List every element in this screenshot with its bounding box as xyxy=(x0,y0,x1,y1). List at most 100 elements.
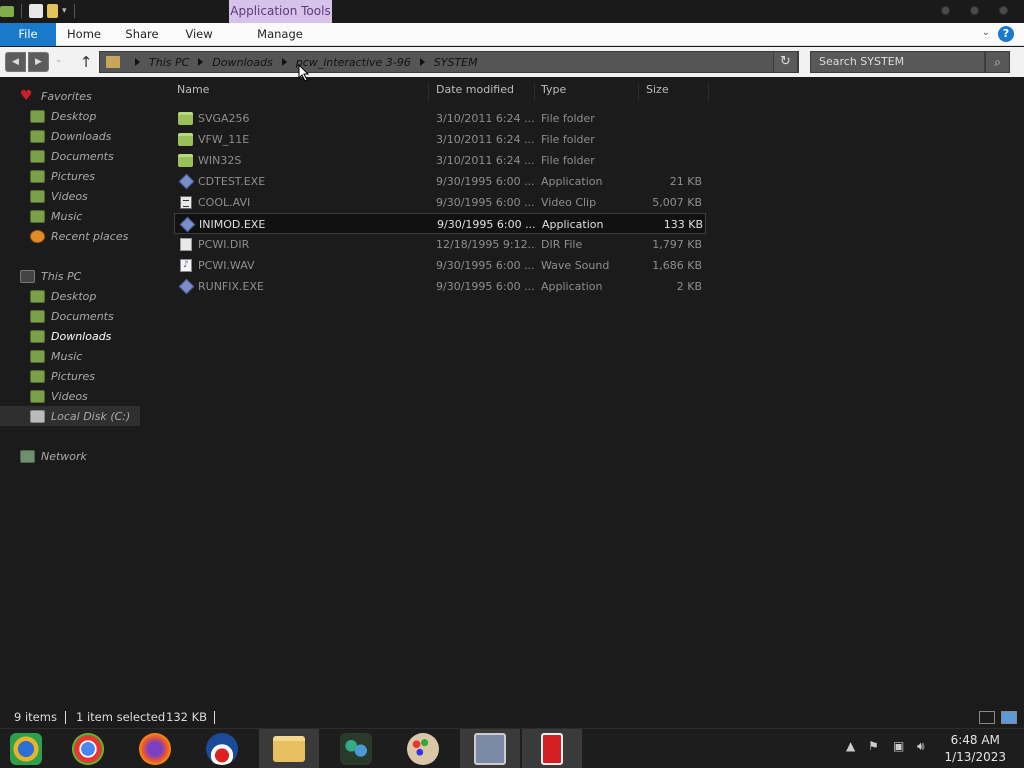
refresh-button[interactable]: ↻ xyxy=(773,51,798,73)
column-header-name[interactable]: Name xyxy=(177,83,209,99)
properties-icon[interactable] xyxy=(29,4,43,18)
nav-label: Local Disk (C:) xyxy=(51,409,131,423)
folder-icon xyxy=(178,154,193,167)
nav-label: Pictures xyxy=(51,169,96,183)
taskbar-file-explorer[interactable] xyxy=(259,729,319,768)
nav-network[interactable]: Network xyxy=(20,447,87,465)
column-header-date-modified[interactable]: Date modified xyxy=(436,83,514,99)
file-row[interactable]: PCWI.DIR 12/18/1995 9:12... DIR File 1,7… xyxy=(174,234,706,255)
back-button[interactable]: ◀ xyxy=(5,52,26,72)
tab-view[interactable]: View xyxy=(183,23,215,46)
minimize-button[interactable] xyxy=(941,6,950,15)
tab-share[interactable]: Share xyxy=(122,23,162,46)
details-view-icon[interactable] xyxy=(979,711,995,724)
contextual-tab-application-tools: Application Tools xyxy=(229,0,332,23)
divider xyxy=(65,711,66,724)
taskbar-desktop-windows[interactable] xyxy=(460,729,520,768)
chevron-right-icon[interactable] xyxy=(198,58,204,66)
start-orb-icon xyxy=(10,733,42,765)
network-people-icon xyxy=(340,733,372,765)
file-size: 133 KB xyxy=(663,218,703,231)
column-divider[interactable] xyxy=(534,83,535,101)
system-clock[interactable]: 6:48 AM 1/13/2023 xyxy=(944,732,1006,766)
selection-count: 1 item selected xyxy=(76,710,166,724)
maximize-button[interactable] xyxy=(970,6,979,15)
nav-favorites[interactable]: ♥ Favorites xyxy=(20,87,92,105)
up-arrow-icon[interactable]: ↑ xyxy=(78,52,94,72)
file-row[interactable]: ♪ PCWI.WAV 9/30/1995 6:00 ... Wave Sound… xyxy=(174,255,706,276)
breadcrumb-pcw-interactive[interactable]: pcw_interactive 3-96 xyxy=(296,56,411,69)
nav-this-pc-videos[interactable]: Videos xyxy=(30,387,88,405)
taskbar-firefox[interactable] xyxy=(125,729,185,768)
help-icon[interactable]: ? xyxy=(998,26,1014,42)
nav-favorites-music[interactable]: Music xyxy=(30,207,82,225)
column-header-size[interactable]: Size xyxy=(646,83,669,99)
nav-favorites-downloads[interactable]: Downloads xyxy=(30,127,111,145)
flag-icon[interactable]: ⚑ xyxy=(868,739,879,753)
divider xyxy=(73,4,75,18)
file-row[interactable]: COOL.AVI 9/30/1995 6:00 ... Video Clip 5… xyxy=(174,192,706,213)
nav-this-pc-downloads[interactable]: Downloads xyxy=(30,327,111,345)
nav-this-pc-desktop[interactable]: Desktop xyxy=(30,287,96,305)
file-size xyxy=(614,129,702,150)
tab-file[interactable]: File xyxy=(0,23,56,46)
nav-this-pc-pictures[interactable]: Pictures xyxy=(30,367,95,385)
clock-time: 6:48 AM xyxy=(950,733,1000,747)
nav-this-pc-local-disk[interactable]: Local Disk (C:) xyxy=(30,407,130,425)
tab-home[interactable]: Home xyxy=(66,23,102,46)
column-header-type[interactable]: Type xyxy=(541,83,566,99)
recent-locations-icon[interactable]: ⌄ xyxy=(55,55,63,65)
explorer-icon[interactable] xyxy=(0,5,14,17)
taskbar-paint[interactable] xyxy=(393,729,453,768)
new-folder-icon[interactable] xyxy=(47,4,58,18)
network-status-icon[interactable]: ▣ xyxy=(893,739,904,753)
search-icon[interactable]: ⌕ xyxy=(985,51,1010,73)
address-bar[interactable]: This PC Downloads pcw_interactive 3-96 S… xyxy=(99,51,799,73)
taskbar-obama-logo[interactable] xyxy=(192,729,252,768)
file-row[interactable]: RUNFIX.EXE 9/30/1995 6:00 ... Applicatio… xyxy=(174,276,706,297)
nav-this-pc-documents[interactable]: Documents xyxy=(30,307,114,325)
file-row[interactable]: SVGA256 3/10/2011 6:24 ... File folder xyxy=(174,108,706,129)
start-button[interactable] xyxy=(0,729,60,768)
breadcrumb-this-pc[interactable]: This PC xyxy=(149,56,189,69)
large-icons-view-icon[interactable] xyxy=(1001,711,1017,724)
column-divider[interactable] xyxy=(638,83,639,101)
chevron-right-icon[interactable] xyxy=(135,58,140,66)
file-row-selected[interactable]: INIMOD.EXE 9/30/1995 6:00 ... Applicatio… xyxy=(174,213,706,234)
chevron-right-icon[interactable] xyxy=(281,58,287,66)
folder-icon xyxy=(178,112,193,125)
volume-icon[interactable]: 🔊︎ xyxy=(917,739,925,754)
tab-manage[interactable]: Manage xyxy=(255,23,305,46)
search-input[interactable]: Search SYSTEM xyxy=(810,51,985,73)
taskbar-red-app[interactable] xyxy=(522,729,582,768)
file-name: RUNFIX.EXE xyxy=(198,280,264,293)
nav-favorites-documents[interactable]: Documents xyxy=(30,147,114,165)
column-divider[interactable] xyxy=(428,83,429,101)
nav-favorites-recent-places[interactable]: Recent places xyxy=(30,227,128,245)
file-row[interactable]: VFW_11E 3/10/2011 6:24 ... File folder xyxy=(174,129,706,150)
mouse-cursor-icon xyxy=(298,64,310,82)
nav-label: Pictures xyxy=(51,369,96,383)
forward-button[interactable]: ▶ xyxy=(28,52,49,72)
nav-favorites-videos[interactable]: Videos xyxy=(30,187,88,205)
hard-disk-icon xyxy=(30,409,45,423)
nav-label: Desktop xyxy=(51,289,97,303)
chevron-down-icon[interactable]: ⌄ xyxy=(982,27,990,38)
nav-this-pc-music[interactable]: Music xyxy=(30,347,82,365)
file-row[interactable]: CDTEST.EXE 9/30/1995 6:00 ... Applicatio… xyxy=(174,171,706,192)
taskbar-chrome[interactable] xyxy=(58,729,118,768)
file-date: 9/30/1995 6:00 ... xyxy=(436,280,535,293)
nav-favorites-pictures[interactable]: Pictures xyxy=(30,167,95,185)
nav-this-pc[interactable]: This PC xyxy=(20,267,81,285)
taskbar-network-people[interactable] xyxy=(326,729,386,768)
nav-favorites-desktop[interactable]: Desktop xyxy=(30,107,96,125)
breadcrumb-system[interactable]: SYSTEM xyxy=(434,56,478,69)
close-button[interactable] xyxy=(999,6,1008,15)
chevron-down-icon[interactable]: ▾ xyxy=(62,6,67,16)
breadcrumb-downloads[interactable]: Downloads xyxy=(212,56,272,69)
file-row[interactable]: WIN32S 3/10/2011 6:24 ... File folder xyxy=(174,150,706,171)
chevron-right-icon[interactable] xyxy=(419,58,425,66)
chevron-up-icon[interactable]: ▲ xyxy=(846,739,855,753)
column-divider[interactable] xyxy=(708,83,709,101)
file-name: VFW_11E xyxy=(198,133,250,146)
